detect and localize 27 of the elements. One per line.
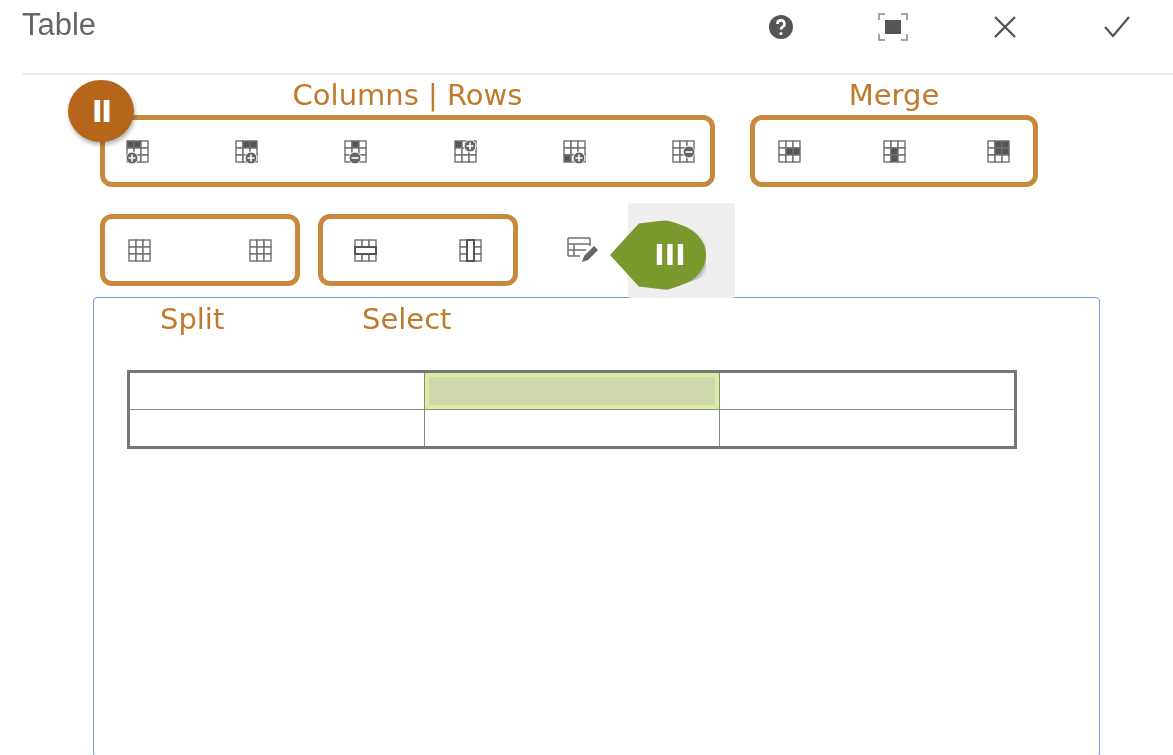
checkmark-icon[interactable] xyxy=(1104,16,1130,38)
merge-cells-icon[interactable] xyxy=(986,138,1011,164)
merge-cells-icon[interactable] xyxy=(777,138,802,164)
insert-row-icon[interactable] xyxy=(561,138,587,164)
window-title: Table xyxy=(22,6,97,44)
group-label: Split xyxy=(160,301,225,338)
select-row-icon[interactable] xyxy=(353,237,378,263)
editor-area[interactable]: Split Select xyxy=(93,297,1100,755)
fullscreen-icon[interactable] xyxy=(878,13,908,41)
insert-column-icon[interactable] xyxy=(125,138,150,164)
step-marker: II xyxy=(68,80,134,142)
delete-row-icon[interactable] xyxy=(670,138,696,164)
table-cell[interactable] xyxy=(424,371,720,410)
group-label: Columns | Rows xyxy=(292,77,523,114)
split-cells-icon[interactable] xyxy=(248,237,273,263)
insert-row-icon[interactable] xyxy=(452,138,478,164)
insert-column-icon[interactable] xyxy=(234,138,260,164)
help-icon[interactable] xyxy=(768,14,794,40)
split-cells-icon[interactable] xyxy=(127,237,152,263)
delete-column-icon[interactable] xyxy=(343,138,369,164)
group-label: Select xyxy=(362,301,452,338)
select-column-icon[interactable] xyxy=(458,237,483,263)
table-edit-icon[interactable] xyxy=(566,235,600,265)
table-cell[interactable] xyxy=(128,371,425,410)
merge-cells-icon[interactable] xyxy=(881,138,907,164)
group-label: Merge xyxy=(848,77,940,114)
close-icon[interactable] xyxy=(993,15,1017,39)
